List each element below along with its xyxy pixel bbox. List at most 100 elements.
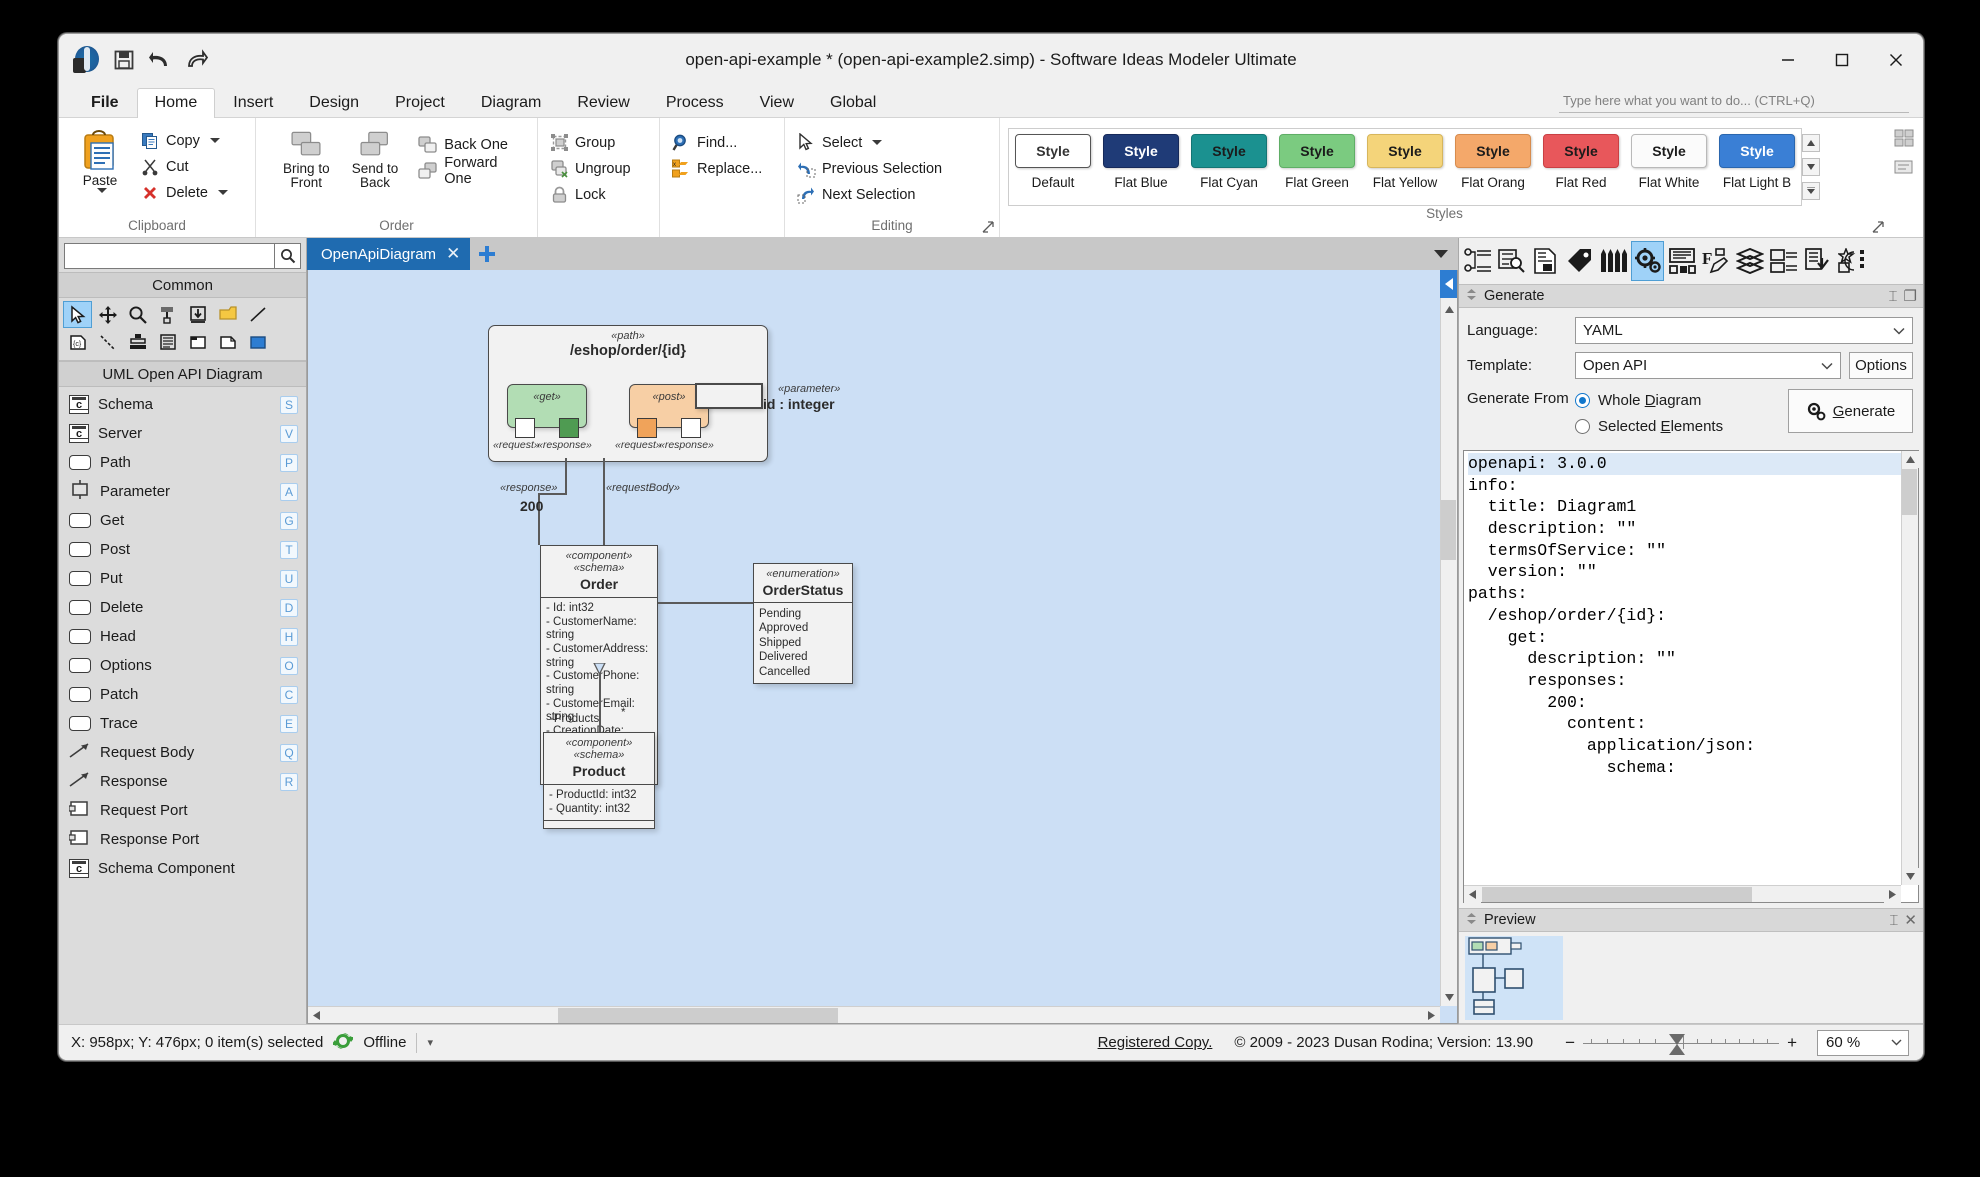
tab-insert[interactable]: Insert bbox=[215, 88, 291, 118]
delete-dropdown-icon[interactable] bbox=[217, 190, 228, 195]
copy-button[interactable]: Copy bbox=[137, 128, 234, 153]
code-vertical-scroll-thumb[interactable] bbox=[1902, 469, 1917, 515]
parameter-port[interactable] bbox=[695, 383, 763, 409]
canvas-vertical-scrollbar[interactable] bbox=[1440, 270, 1457, 1006]
toolbox-item-head[interactable]: Head H bbox=[59, 622, 306, 651]
toolbox-item-get[interactable]: Get G bbox=[59, 506, 306, 535]
structure-icon[interactable] bbox=[1461, 241, 1494, 281]
zoom-in-button[interactable]: + bbox=[1787, 1033, 1797, 1053]
get-request-port[interactable] bbox=[515, 418, 535, 438]
radio-selected-elements[interactable]: Selected Elements bbox=[1575, 413, 1788, 439]
tab-file[interactable]: File bbox=[73, 88, 137, 118]
canvas-horizontal-scrollbar[interactable] bbox=[308, 1006, 1440, 1023]
sync-icon[interactable] bbox=[331, 1031, 356, 1055]
generate-button[interactable]: Generate bbox=[1788, 389, 1913, 433]
favorites-icon[interactable] bbox=[1835, 241, 1868, 281]
style-flat-white[interactable]: Style Flat White bbox=[1629, 134, 1709, 200]
previous-selection-button[interactable]: Previous Selection bbox=[793, 156, 948, 181]
tab-review[interactable]: Review bbox=[559, 88, 647, 118]
panel-maximize-icon[interactable]: ❐ bbox=[1904, 287, 1917, 305]
vertical-scroll-thumb[interactable] bbox=[1441, 500, 1456, 560]
toolbox-item-post[interactable]: Post T bbox=[59, 535, 306, 564]
horizontal-scroll-thumb[interactable] bbox=[558, 1008, 838, 1023]
zoom-out-button[interactable]: − bbox=[1565, 1033, 1575, 1053]
zoom-track[interactable] bbox=[1583, 1033, 1780, 1055]
template-select[interactable]: Open API bbox=[1575, 352, 1841, 379]
scroll-left-icon[interactable] bbox=[308, 1007, 325, 1023]
toolbox-item-delete[interactable]: Delete D bbox=[59, 593, 306, 622]
pin-icon[interactable]: ⌶ bbox=[1889, 288, 1898, 305]
search-model-icon[interactable] bbox=[1495, 241, 1528, 281]
toolbox-item-response-port[interactable]: Response Port bbox=[59, 825, 306, 854]
scroll-up-icon[interactable] bbox=[1441, 301, 1457, 318]
style-apply-icon[interactable] bbox=[1889, 153, 1918, 180]
styles-pens-icon[interactable] bbox=[1597, 241, 1630, 281]
registered-copy-link[interactable]: Registered Copy. bbox=[1098, 1034, 1213, 1051]
status-overflow-icon[interactable]: ▾ bbox=[427, 1036, 433, 1049]
style-flat-green[interactable]: Style Flat Green bbox=[1277, 134, 1357, 200]
toolbox-item-response[interactable]: Response R bbox=[59, 767, 306, 796]
search-icon[interactable] bbox=[275, 243, 301, 269]
select-button[interactable]: Select bbox=[793, 130, 948, 155]
line-icon[interactable] bbox=[243, 301, 272, 328]
preview-pin-icon[interactable]: ⌶ bbox=[1889, 912, 1898, 929]
style-flat-red[interactable]: Style Flat Red bbox=[1541, 134, 1621, 200]
tab-process[interactable]: Process bbox=[648, 88, 742, 118]
documentation-icon[interactable] bbox=[1529, 241, 1562, 281]
zoom-slider[interactable]: − + bbox=[1565, 1033, 1797, 1055]
lock-button[interactable]: Lock bbox=[546, 182, 637, 207]
move-icon[interactable] bbox=[93, 301, 122, 328]
scroll-right-icon[interactable] bbox=[1423, 1007, 1440, 1023]
toolbox-search-input[interactable] bbox=[64, 243, 275, 269]
language-select[interactable]: YAML bbox=[1575, 317, 1913, 344]
blue-box-icon[interactable] bbox=[243, 328, 272, 355]
close-button[interactable] bbox=[1869, 34, 1923, 86]
toolbox-item-server[interactable]: c Server V bbox=[59, 419, 306, 448]
tab-project[interactable]: Project bbox=[377, 88, 463, 118]
layout-icon[interactable] bbox=[1665, 241, 1698, 281]
toolbox-item-schema[interactable]: c Schema S bbox=[59, 390, 306, 419]
options-button[interactable]: Options bbox=[1849, 352, 1913, 379]
style-manager-icon[interactable] bbox=[1889, 124, 1918, 151]
toolbox-item-parameter[interactable]: Parameter A bbox=[59, 477, 306, 506]
gallery-scroll-down-icon[interactable] bbox=[1802, 158, 1820, 176]
radio-whole-diagram[interactable]: Whole Diagram bbox=[1575, 387, 1788, 413]
properties-icon[interactable] bbox=[1767, 241, 1800, 281]
gallery-expand-icon[interactable] bbox=[1802, 182, 1820, 200]
constraint-icon[interactable]: {c} bbox=[63, 328, 92, 355]
diagram-class-product[interactable]: «component» «schema» Product - ProductId… bbox=[543, 732, 655, 830]
close-tab-icon[interactable]: ✕ bbox=[446, 244, 460, 264]
style-flat-orange[interactable]: Style Flat Orang bbox=[1453, 134, 1533, 200]
next-selection-button[interactable]: Next Selection bbox=[793, 182, 948, 207]
toolbox-item-request-port[interactable]: Request Port bbox=[59, 796, 306, 825]
note-shape-icon[interactable] bbox=[213, 328, 242, 355]
new-tab-button[interactable] bbox=[470, 238, 504, 270]
group-button[interactable]: Group bbox=[546, 130, 637, 155]
minimize-button[interactable] bbox=[1761, 34, 1815, 86]
panel-collapse-icon[interactable] bbox=[1465, 288, 1478, 305]
tab-home[interactable]: Home bbox=[136, 88, 216, 118]
preview-collapse-icon[interactable] bbox=[1465, 912, 1478, 929]
toolbox-item-put[interactable]: Put U bbox=[59, 564, 306, 593]
tab-overflow-icon[interactable] bbox=[1432, 238, 1450, 270]
get-response-port[interactable] bbox=[559, 418, 579, 438]
code-scroll-right-icon[interactable] bbox=[1884, 886, 1901, 903]
code-horizontal-scroll-thumb[interactable] bbox=[1482, 887, 1752, 902]
insert-icon[interactable] bbox=[183, 301, 212, 328]
pointer-icon[interactable] bbox=[63, 301, 92, 328]
style-flat-blue[interactable]: Style Flat Blue bbox=[1101, 134, 1181, 200]
stamp-icon[interactable] bbox=[123, 328, 152, 355]
style-flat-light-blue[interactable]: Style Flat Light B bbox=[1717, 134, 1797, 200]
zoom-thumb-bottom[interactable] bbox=[1669, 1043, 1686, 1055]
code-vertical-scrollbar[interactable] bbox=[1901, 451, 1919, 885]
gallery-scroll-up-icon[interactable] bbox=[1802, 134, 1820, 152]
style-default[interactable]: Style Default bbox=[1013, 134, 1093, 200]
maximize-button[interactable] bbox=[1815, 34, 1869, 86]
tab-design[interactable]: Design bbox=[291, 88, 377, 118]
canvas-minimap-toggle[interactable] bbox=[1440, 270, 1457, 298]
preview-thumbnail[interactable] bbox=[1459, 932, 1923, 1024]
delete-button[interactable]: Delete bbox=[137, 180, 234, 205]
post-response-port[interactable] bbox=[681, 418, 701, 438]
paste-dropdown-icon[interactable] bbox=[97, 188, 107, 194]
copy-dropdown-icon[interactable] bbox=[209, 138, 220, 143]
